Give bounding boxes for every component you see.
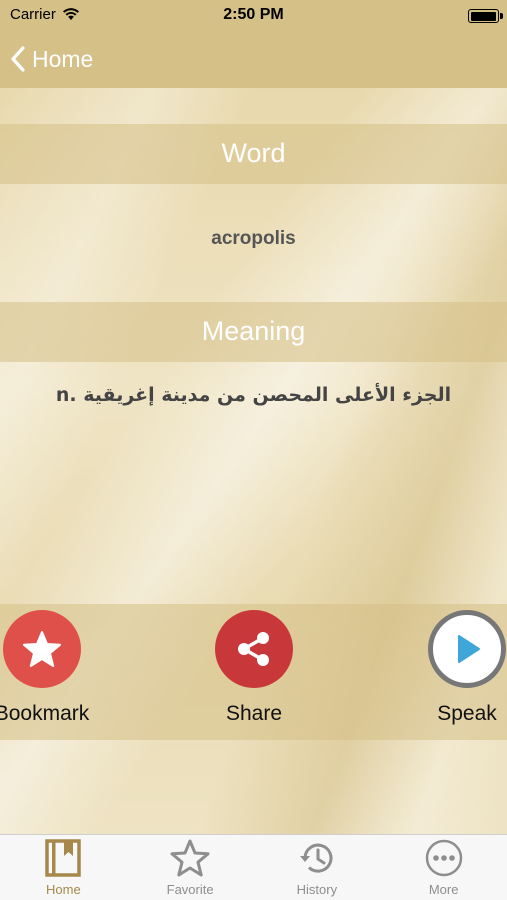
bookmark-label: Bookmark <box>0 702 90 725</box>
speak-label: Speak <box>437 702 497 725</box>
back-button[interactable]: Home <box>10 40 93 78</box>
star-icon <box>23 631 61 667</box>
battery-icon <box>468 9 503 23</box>
bookmark-circle <box>3 610 81 688</box>
bookmark-button[interactable]: Bookmark <box>0 610 102 726</box>
tab-history[interactable]: History <box>254 835 381 900</box>
speak-circle <box>428 610 506 688</box>
tab-history-label: History <box>296 882 338 897</box>
word-value: acropolis <box>211 228 296 249</box>
book-icon <box>45 839 82 877</box>
nav-bar: Home <box>0 30 507 88</box>
tab-more-label: More <box>428 882 459 897</box>
chevron-left-icon <box>11 46 25 72</box>
tab-home-label: Home <box>46 882 81 897</box>
meaning-header-band: Meaning <box>0 302 507 362</box>
word-header-band: Word <box>0 124 507 184</box>
share-circle <box>215 610 293 688</box>
tab-home[interactable]: Home <box>0 835 127 900</box>
meaning-value: الجزء الأعلى المحصن من مدينة إغريقية .n <box>55 384 452 406</box>
status-bar: Carrier 2:50 PM <box>0 0 507 30</box>
status-time: 2:50 PM <box>223 6 284 23</box>
more-icon <box>425 839 462 877</box>
meaning-header: Meaning <box>201 316 306 346</box>
tab-bar: Home Favorite History More <box>0 834 507 900</box>
star-outline-icon <box>170 839 210 877</box>
tab-favorite[interactable]: Favorite <box>127 835 254 900</box>
share-icon <box>238 632 269 666</box>
share-label: Share <box>225 702 283 725</box>
tab-favorite-label: Favorite <box>166 882 214 897</box>
play-icon <box>458 635 480 663</box>
tab-more[interactable]: More <box>380 835 507 900</box>
word-header: Word <box>221 138 286 168</box>
speak-button[interactable]: Speak <box>407 610 507 726</box>
back-label: Home <box>32 45 94 72</box>
share-button[interactable]: Share <box>194 610 314 726</box>
history-icon <box>299 843 333 873</box>
